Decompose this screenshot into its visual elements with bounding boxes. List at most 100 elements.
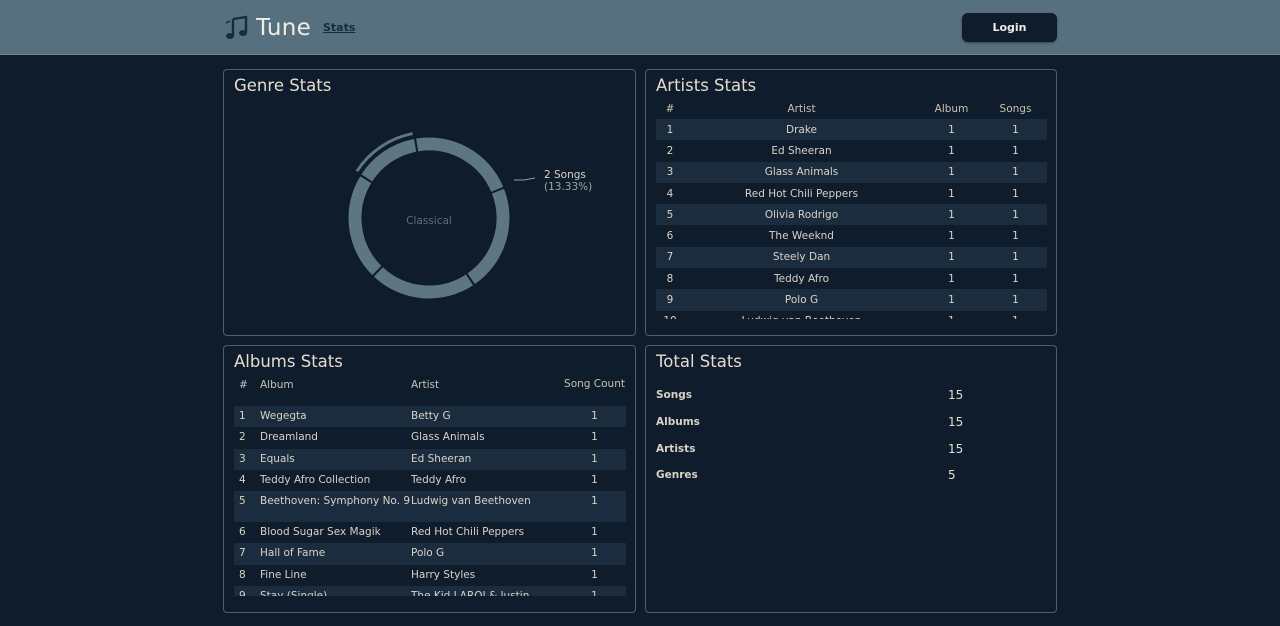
table-row: 1 Wegegta Betty G1 — [234, 406, 626, 428]
cell-songs: 1 — [1012, 187, 1019, 200]
total-row-artists: Artists 15 — [656, 442, 1048, 461]
cell-number: 3 — [656, 161, 684, 183]
table-row: 7 Hall of Fame Polo G1 — [234, 543, 626, 565]
donut-slice[interactable] — [372, 265, 475, 300]
cell-album: Beethoven: Symphony No. 9 — [260, 491, 411, 523]
cell-number: 10 — [656, 311, 684, 319]
cell-number: 5 — [656, 204, 684, 226]
nav-link-stats[interactable]: Stats — [323, 21, 355, 34]
donut-slice[interactable] — [414, 136, 505, 194]
cell-album: 1 — [948, 187, 955, 200]
table-row: 8 Fine Line Harry Styles 1 — [234, 565, 626, 586]
table-row: 7 Steely Dan 1 1 — [656, 246, 1047, 269]
cell-album: 1 — [948, 144, 955, 157]
total-row-songs: Songs 15 — [656, 388, 1048, 407]
col-header-number: # — [239, 379, 248, 391]
cell-artist: Harry Styles — [411, 568, 476, 581]
cell-number: 2 — [239, 431, 246, 444]
col-header-song-count: Song Count — [564, 378, 625, 390]
cell-artist: The Kid LAROI & Justin Bieber — [411, 586, 563, 596]
callout-line — [514, 177, 536, 181]
cell-album: 1 — [919, 246, 984, 269]
cell-song-count: 1 — [563, 448, 626, 470]
cell-number: 5 — [234, 491, 260, 523]
cell-song-count: 1 — [563, 586, 626, 596]
total-stats-panel: Total Stats Songs 15 Albums 15 Artists 1… — [645, 345, 1057, 613]
cell-song-count: 1 — [563, 406, 626, 428]
cell-songs: 1 — [984, 119, 1047, 141]
cell-album: 1 — [919, 161, 984, 183]
col-header-songs: Songs — [999, 103, 1032, 115]
cell-album: Fine Line — [260, 568, 307, 581]
total-value: 15 — [948, 442, 964, 456]
total-row-albums: Albums 15 — [656, 415, 1048, 434]
cell-artist: Ludwig van Beethoven — [411, 491, 563, 523]
total-value: 5 — [948, 468, 956, 482]
cell-number: 8 — [239, 568, 246, 581]
callout-percent: (13.33%) — [544, 181, 592, 193]
total-label: Albums — [656, 416, 700, 428]
col-header-artist: Artist — [787, 103, 816, 115]
table-row: 1 Drake 1 1 — [656, 119, 1047, 141]
col-header-album: Album — [934, 103, 969, 115]
table-row: 5 Olivia Rodrigo 1 1 — [656, 204, 1047, 226]
artists-table-scroll[interactable]: # Artist Album Songs 1 Drake 1 1 2 Ed Sheeran… — [656, 99, 1047, 319]
albums-table: # Album Artist Song Count 1 Wegegta Betty … — [234, 376, 626, 596]
cell-album: 1 — [919, 119, 984, 141]
app-logo[interactable]: Tune — [224, 13, 311, 43]
col-header-artist: Artist — [411, 379, 440, 391]
cell-album: Stay (Single) — [260, 586, 411, 596]
cell-number: 1 — [234, 406, 260, 428]
cell-artist: Ed Sheeran — [411, 448, 563, 470]
total-label: Artists — [656, 443, 696, 455]
table-row: 4 Red Hot Chili Peppers 1 1 — [656, 183, 1047, 204]
table-row: 4 Teddy Afro Collection Teddy Afro 1 — [234, 470, 626, 491]
albums-table-scroll[interactable]: # Album Artist Song Count 1 Wegegta Betty … — [234, 376, 626, 596]
col-header-number: # — [665, 103, 675, 115]
panel-title: Artists Stats — [656, 76, 757, 95]
cell-artist: Teddy Afro — [411, 473, 466, 486]
total-label: Songs — [656, 389, 693, 401]
donut-slice[interactable] — [347, 174, 383, 277]
panel-title: Albums Stats — [234, 352, 343, 371]
cell-artist: The Weeknd — [769, 230, 834, 243]
cell-artist: Teddy Afro — [774, 272, 829, 285]
cell-number: 2 — [666, 144, 674, 157]
music-note-icon — [225, 15, 248, 39]
cell-number: 9 — [234, 586, 260, 596]
cell-songs: 1 — [1012, 272, 1019, 285]
cell-artist: Ludwig van Beethoven — [684, 311, 919, 319]
cell-songs: 1 — [984, 161, 1047, 183]
cell-album: Teddy Afro Collection — [260, 473, 371, 486]
donut-slice-highlighted[interactable] — [359, 137, 418, 183]
cell-artist: Red Hot Chili Peppers — [411, 526, 525, 539]
cell-album: Blood Sugar Sex Magik — [260, 526, 381, 539]
cell-album: 1 — [919, 289, 984, 311]
table-header-row: # Artist Album Songs — [656, 99, 1047, 119]
cell-number: 1 — [656, 119, 684, 141]
login-button[interactable]: Login — [962, 13, 1057, 42]
table-row: 6 Blood Sugar Sex Magik Red Hot Chili Pepp… — [234, 522, 626, 543]
table-row: 3 Glass Animals 1 1 — [656, 161, 1047, 183]
cell-album: 1 — [919, 204, 984, 226]
cell-song-count: 1 — [563, 543, 626, 565]
cell-artist: Glass Animals — [411, 431, 485, 444]
cell-song-count: 1 — [591, 431, 598, 444]
cell-artist: Steely Dan — [684, 246, 919, 269]
cell-album: Dreamland — [260, 431, 318, 444]
cell-number: 3 — [234, 448, 260, 470]
table-row: 2 Ed Sheeran 1 1 — [656, 140, 1047, 161]
cell-album: 1 — [948, 230, 955, 243]
cell-album: 1 — [919, 311, 984, 319]
cell-songs: 1 — [1012, 230, 1019, 243]
donut-slice[interactable] — [466, 187, 511, 286]
callout-songs: 2 Songs — [544, 169, 586, 181]
table-header-row: # Album Artist Song Count — [234, 376, 626, 406]
table-row: 2 Dreamland Glass Animals 1 — [234, 427, 626, 448]
cell-artist: Drake — [684, 119, 919, 141]
cell-song-count: 1 — [591, 526, 598, 539]
table-row: 8 Teddy Afro 1 1 — [656, 268, 1047, 289]
cell-number: 4 — [666, 187, 674, 200]
artists-stats-panel: Artists Stats # Artist Album Songs 1 Drak… — [645, 69, 1057, 336]
panel-title: Total Stats — [656, 352, 742, 371]
